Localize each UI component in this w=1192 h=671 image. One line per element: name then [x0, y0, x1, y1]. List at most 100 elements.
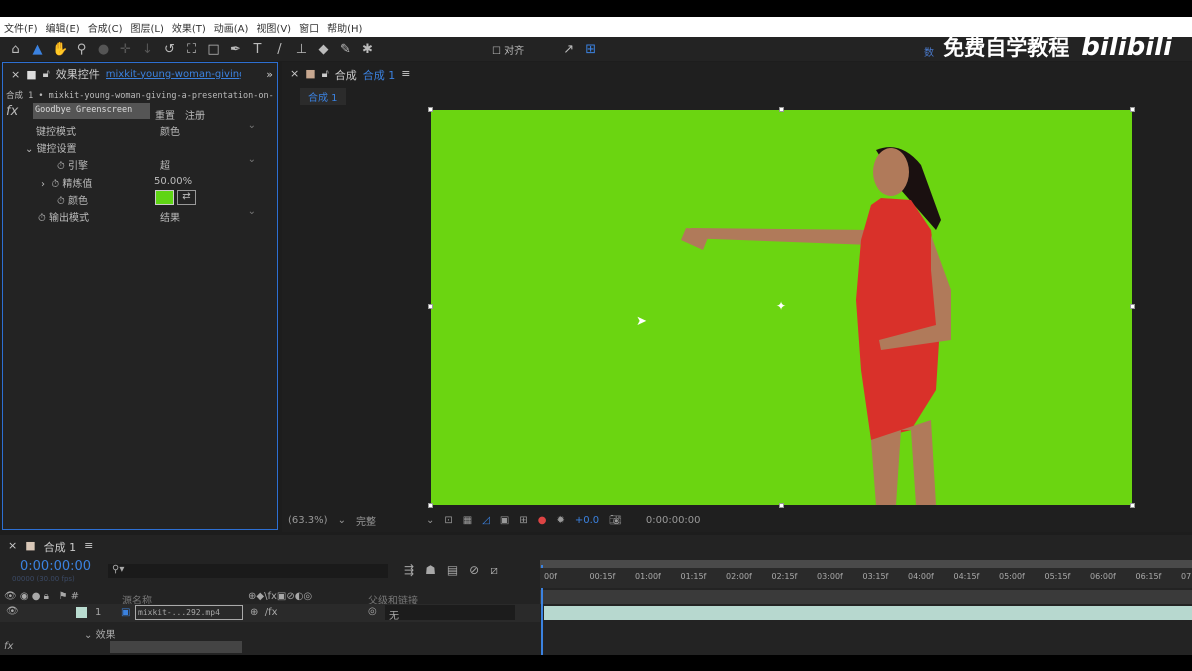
clone-stamp-icon[interactable]: ⊥	[294, 42, 309, 57]
puppet-pin-icon[interactable]: ✱	[360, 42, 375, 57]
snap-icon[interactable]: ↗	[561, 42, 576, 57]
frame-blending-icon[interactable]: ▤	[447, 563, 458, 578]
breadcrumb: 合成 1 • mixkit-young-woman-giving-a-prese…	[6, 91, 274, 101]
fx-icon[interactable]: fx	[6, 104, 18, 119]
home-icon[interactable]: ⌂	[8, 42, 23, 57]
output-mode-dropdown[interactable]: 结果	[160, 206, 260, 224]
selection-tool-icon[interactable]: ▲	[30, 42, 45, 57]
close-icon[interactable]: ×	[8, 539, 17, 555]
current-time[interactable]: 0:00:00:00	[20, 559, 91, 574]
roto-brush-icon[interactable]: ✎	[338, 42, 353, 57]
orbit-icon[interactable]: ●	[96, 42, 111, 57]
chevron-down-icon[interactable]: ⌄	[338, 515, 346, 526]
lock-icon[interactable]: 🔓︎	[322, 67, 329, 83]
close-icon[interactable]: ×	[290, 67, 299, 83]
brush-tool-icon[interactable]: /	[272, 42, 287, 57]
panel-icon: ■	[26, 67, 37, 81]
refine-value[interactable]: 50.00%	[154, 176, 192, 187]
color-channels-icon[interactable]: ●	[538, 515, 547, 526]
lock-icon[interactable]: 🔓︎	[43, 67, 50, 81]
stopwatch-icon[interactable]: ⏱	[57, 161, 65, 172]
viewer-timecode[interactable]: 0:00:00:00	[646, 515, 701, 526]
menu-file[interactable]: 文件(F)	[4, 20, 38, 35]
zoom-dropdown[interactable]: (63.3%)	[288, 515, 328, 526]
composition-flow-icon[interactable]: ⇶	[404, 563, 414, 578]
work-area-bar[interactable]	[540, 560, 1192, 568]
parent-dropdown[interactable]: 无	[385, 605, 515, 622]
shy-layers-icon[interactable]: ☗	[425, 563, 436, 578]
engine-dropdown[interactable]: 超	[160, 154, 260, 172]
menu-icon[interactable]: ≡	[84, 539, 93, 555]
anchor-tool-icon[interactable]: ⛶	[184, 42, 199, 57]
workspace-label: 数	[924, 48, 934, 59]
register-link[interactable]: 注册	[185, 107, 205, 122]
stopwatch-icon[interactable]: ⏱	[51, 179, 59, 190]
close-icon[interactable]: ×	[11, 68, 20, 81]
region-of-interest-icon[interactable]: ⊡	[444, 515, 452, 526]
composition-viewer[interactable]: ✦	[428, 107, 1135, 508]
layer-name[interactable]: mixkit-...292.mp4	[135, 605, 243, 620]
layer-switches[interactable]: ⊕ /fx	[250, 607, 278, 618]
key-mode-dropdown[interactable]: 颜色	[160, 120, 260, 138]
ruler-tick: 00:15f	[589, 572, 616, 581]
comp-subtab[interactable]: 合成 1	[300, 88, 346, 105]
menu-help[interactable]: 帮助(H)	[327, 20, 362, 35]
key-color-swatch[interactable]	[155, 190, 174, 205]
tab-file-name: mixkit-young-woman-giving-a-pr	[105, 68, 241, 80]
stopwatch-icon[interactable]: ⏱	[57, 196, 65, 207]
menu-layer[interactable]: 图层(L)	[130, 20, 163, 35]
refine-prop: › ⏱ 精炼值	[41, 179, 93, 190]
align-checkbox[interactable]: ☐ 对齐	[492, 42, 524, 57]
fx-icon: fx	[4, 641, 14, 652]
menu-effect[interactable]: 效果(T)	[172, 20, 206, 35]
effects-group[interactable]: ⌄ 效果	[84, 626, 116, 641]
menu-view[interactable]: 视图(V)	[256, 20, 291, 35]
timeline-switches: ⇶ ☗ ▤ ⊘ ⧄	[404, 563, 498, 578]
layer-row[interactable]: 👁︎ 1 ▣ mixkit-...292.mp4 ⊕ /fx ◎ 无	[0, 604, 540, 622]
mask-visibility-icon[interactable]: ◿	[482, 515, 490, 526]
time-ruler[interactable]: 00f 00:15f 01:00f 01:15f 02:00f 02:15f 03:00f 0…	[540, 568, 1192, 588]
menu-icon[interactable]: ≡	[401, 67, 410, 83]
guides-icon[interactable]: ▣	[500, 515, 509, 526]
zoom-tool-icon[interactable]: ⚲	[74, 42, 89, 57]
text-tool-icon[interactable]: T	[250, 42, 265, 57]
rectangle-tool-icon[interactable]: □	[206, 42, 221, 57]
effect-controls-tab[interactable]: × ■ 🔓︎ 效果控件 mixkit-young-woman-giving-a-…	[3, 63, 277, 85]
menu-window[interactable]: 窗口	[299, 20, 319, 35]
resolution-dropdown[interactable]: 完整	[356, 513, 416, 528]
eraser-icon[interactable]: ◆	[316, 42, 331, 57]
rotate-tool-icon[interactable]: ↺	[162, 42, 177, 57]
motion-blur-icon[interactable]: ⊘	[469, 563, 479, 578]
stopwatch-icon[interactable]: ⏱	[38, 213, 46, 224]
snapshot-icon[interactable]: 📷︎	[609, 515, 622, 526]
key-settings-group[interactable]: ⌄ 键控设置	[25, 140, 77, 155]
pan-icon[interactable]: ✛	[118, 42, 133, 57]
reset-link[interactable]: 重置	[155, 107, 175, 122]
menu-edit[interactable]: 编辑(E)	[46, 20, 80, 35]
chevron-down-icon[interactable]: ⌄	[426, 515, 434, 526]
menu-composition[interactable]: 合成(C)	[88, 20, 123, 35]
effect-name[interactable]: Goodbye Greenscreen	[33, 103, 150, 119]
pickwhip-icon[interactable]: ◎	[368, 606, 377, 617]
bilibili-watermark: 免费自学教程 bilibili	[943, 32, 1172, 62]
expand-panels-icon[interactable]: »	[266, 68, 273, 81]
settings-icon[interactable]: ✹	[556, 515, 564, 526]
visibility-icon[interactable]: 👁︎	[6, 606, 19, 617]
dolly-icon[interactable]: ↓	[140, 42, 155, 57]
pen-tool-icon[interactable]: ✒	[228, 42, 243, 57]
graph-editor-icon[interactable]: ⧄	[490, 563, 498, 578]
exposure-value[interactable]: +0.0	[575, 515, 599, 526]
key-settings-label: 键控设置	[36, 144, 77, 155]
eyedropper-icon[interactable]: ⇄	[177, 190, 196, 205]
timeline-effect-name[interactable]	[110, 641, 242, 653]
grid-icon[interactable]: ⊞	[583, 42, 598, 57]
composition-tab[interactable]: × ■ 🔓︎ 合成 合成 1 ≡	[290, 67, 410, 83]
search-input[interactable]: ⚲▾	[108, 564, 388, 578]
preview-icon[interactable]: ⊞	[519, 515, 527, 526]
hand-tool-icon[interactable]: ✋	[52, 42, 68, 57]
menu-animation[interactable]: 动画(A)	[214, 20, 249, 35]
label-color[interactable]	[76, 607, 87, 618]
timeline-tab[interactable]: × ■ 合成 1 ≡	[8, 539, 93, 555]
transparency-grid-icon[interactable]: ▦	[463, 515, 472, 526]
layer-duration-bar[interactable]	[544, 606, 1192, 620]
